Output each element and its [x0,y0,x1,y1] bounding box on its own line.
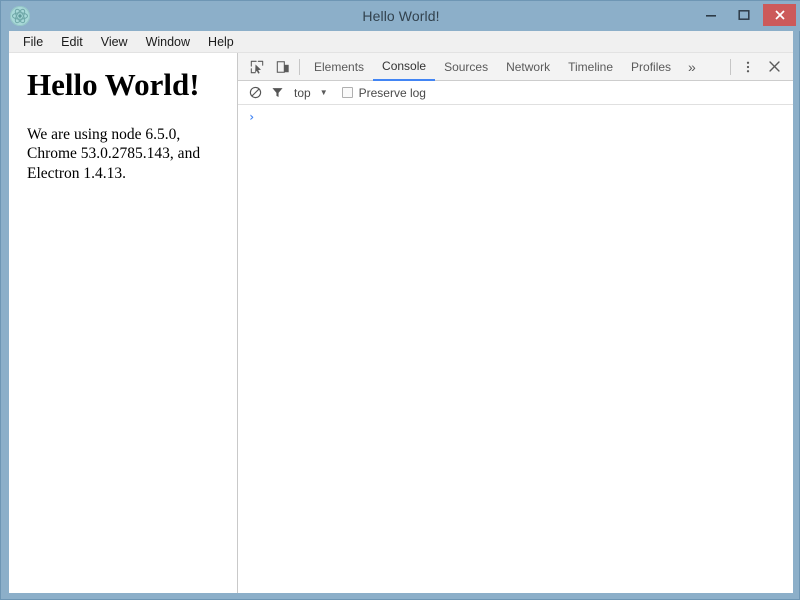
menu-item-edit[interactable]: Edit [53,33,91,51]
devtools-more-button[interactable] [735,54,761,80]
web-page-viewport: Hello World! We are using node 6.5.0, Ch… [9,53,238,593]
tab-network[interactable]: Network [497,53,559,80]
tabs-overflow-button[interactable]: » [680,53,704,81]
tab-elements[interactable]: Elements [305,53,373,80]
tab-console[interactable]: Console [373,53,436,81]
execution-context-selector[interactable]: top ▼ [294,86,328,100]
menu-item-help[interactable]: Help [200,33,242,51]
inspect-element-button[interactable] [244,54,270,80]
console-output[interactable]: › [238,105,793,593]
console-prompt-caret-icon: › [248,110,256,124]
tab-profiles[interactable]: Profiles [622,53,680,80]
console-toolbar: top ▼ Preserve log [238,81,793,105]
page-paragraph: We are using node 6.5.0, Chrome 53.0.278… [27,125,201,183]
close-icon [774,10,785,20]
close-button[interactable] [763,4,796,26]
device-toolbar-button[interactable] [270,54,296,80]
chevron-down-icon: ▼ [319,87,328,97]
device-toolbar-icon [276,60,289,73]
menu-item-file[interactable]: File [15,33,51,51]
clear-console-icon [249,86,261,99]
filter-button[interactable] [266,82,288,104]
console-prompt-row[interactable]: › [238,105,793,128]
maximize-icon [738,10,750,20]
preserve-log-toggle[interactable]: Preserve log [341,85,426,100]
execution-context-label: top [294,85,311,100]
menu-bar: File Edit View Window Help [9,31,793,53]
more-vertical-icon [746,61,750,72]
minimize-button[interactable] [697,4,725,26]
maximize-button[interactable] [730,4,758,26]
toolbar-right-divider [730,58,731,75]
toolbar-divider [299,58,300,75]
preserve-log-checkbox[interactable] [341,87,353,98]
window-title: Hello World! [362,8,440,24]
menu-item-view[interactable]: View [93,33,136,51]
devtools-toolbar-right [726,53,793,80]
devtools-toolbar: Elements Console Sources Network Timelin… [238,53,793,81]
devtools-close-button[interactable] [761,54,787,80]
console-prompt-input[interactable] [259,110,793,124]
minimize-icon [706,15,716,17]
clear-console-button[interactable] [244,82,266,104]
inspect-element-icon [250,60,264,74]
close-devtools-icon [768,61,780,72]
devtools-panel: Elements Console Sources Network Timelin… [238,53,793,593]
tab-sources[interactable]: Sources [435,53,497,80]
tab-timeline[interactable]: Timeline [559,53,622,80]
menu-item-window[interactable]: Window [138,33,198,51]
title-bar[interactable]: Hello World! [1,1,800,31]
page-heading: Hello World! [27,67,200,102]
filter-icon [271,88,283,98]
preserve-log-label: Preserve log [358,85,426,100]
client-area: Hello World! We are using node 6.5.0, Ch… [9,53,793,593]
application-window: Hello World! File Edit View Window Help … [0,0,800,600]
